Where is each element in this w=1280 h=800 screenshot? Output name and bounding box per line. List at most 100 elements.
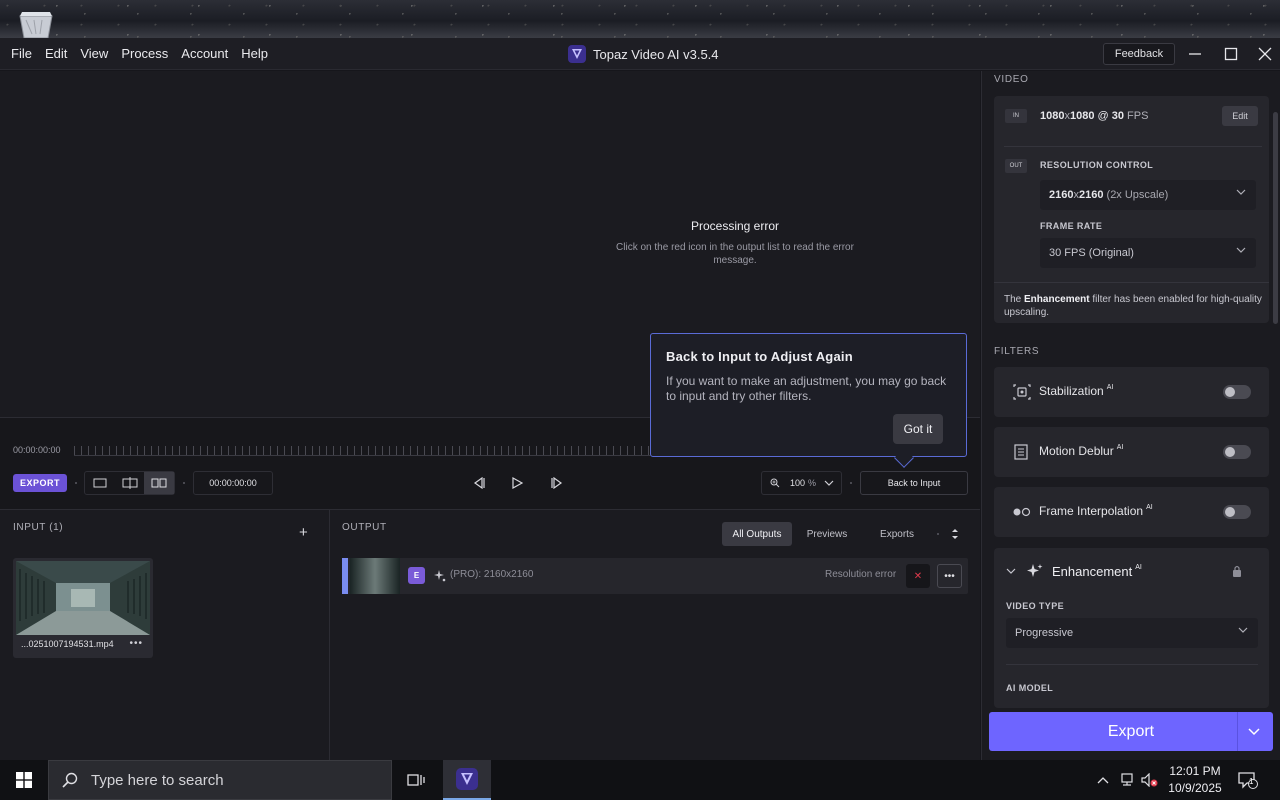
current-timecode-field[interactable]: 00:00:00:00 <box>193 471 273 495</box>
taskbar-search-box[interactable]: Type here to search <box>48 760 392 800</box>
single-view-icon <box>93 478 107 488</box>
task-view-icon <box>407 774 425 786</box>
output-row[interactable]: E (PRO): 2160x2160 Resolution error ✕ ••… <box>342 558 968 594</box>
input-header: INPUT (1) <box>13 522 64 533</box>
play-button[interactable] <box>507 474 527 492</box>
timeline-scrubber[interactable] <box>74 446 654 456</box>
export-button-label: Export <box>1107 722 1155 740</box>
task-view-button[interactable] <box>395 760 437 800</box>
view-side-by-side-button[interactable] <box>144 472 175 494</box>
output-more-button[interactable]: ••• <box>937 564 962 588</box>
back-to-input-button[interactable]: Back to Input <box>860 471 968 495</box>
frame-rate-select[interactable]: 30 FPS (Original) <box>1040 238 1256 268</box>
output-row-selection-bar <box>342 558 348 594</box>
minimize-button[interactable] <box>1178 38 1212 70</box>
output-pane: OUTPUT All Outputs Previews Exports E (P… <box>330 509 980 760</box>
search-icon <box>62 772 78 788</box>
menu-edit[interactable]: Edit <box>45 46 67 61</box>
filter-enhancement: Enhancement AI VIDEO TYPE Progressive AI … <box>994 548 1269 708</box>
filter-stabilization[interactable]: Stabilization AI <box>994 367 1269 417</box>
tooltip-title: Back to Input to Adjust Again <box>666 349 853 364</box>
separator-dot <box>850 482 852 484</box>
recycle-bin-icon[interactable] <box>16 6 56 38</box>
chevron-down-icon[interactable] <box>1248 728 1260 736</box>
stabilization-toggle[interactable] <box>1223 385 1251 399</box>
separator-dot <box>183 482 185 484</box>
stabilization-icon <box>1013 384 1031 400</box>
view-split-button[interactable] <box>115 472 145 494</box>
video-type-label: VIDEO TYPE <box>1006 601 1065 611</box>
side-by-side-icon <box>151 478 167 488</box>
notification-icon <box>1238 772 1258 789</box>
sort-button[interactable] <box>950 527 960 546</box>
settings-sidebar: VIDEO IN 1080x1080 @ 30 FPS Edit OUT RES… <box>981 71 1280 760</box>
zoom-control[interactable]: 100 % <box>761 471 842 495</box>
start-button[interactable] <box>0 760 48 800</box>
chevron-down-icon <box>1236 247 1246 253</box>
zoom-icon <box>770 478 780 488</box>
motion-deblur-toggle[interactable] <box>1223 445 1251 459</box>
filter-frame-interpolation[interactable]: Frame Interpolation AI <box>994 487 1269 537</box>
input-tag: IN <box>1005 109 1027 123</box>
view-single-button[interactable] <box>85 472 115 494</box>
action-center-button[interactable]: 1 <box>1236 760 1260 800</box>
processing-error-description: Click on the red icon in the output list… <box>616 242 854 266</box>
app-title: Topaz Video AI v3.5.4 <box>568 38 719 70</box>
feedback-button[interactable]: Feedback <box>1103 43 1175 65</box>
menu-file[interactable]: File <box>11 46 32 61</box>
maximize-button[interactable] <box>1214 38 1248 70</box>
menu-help[interactable]: Help <box>241 46 268 61</box>
tab-previews[interactable]: Previews <box>792 522 862 546</box>
frame-interpolation-toggle[interactable] <box>1223 505 1251 519</box>
search-placeholder: Type here to search <box>91 771 224 789</box>
sidebar-scrollbar[interactable] <box>1273 112 1278 324</box>
title-bar: File Edit View Process Account Help Topa… <box>0 38 1280 70</box>
add-input-button[interactable]: + <box>299 524 308 541</box>
export-button-separator <box>1237 712 1238 751</box>
close-icon <box>1258 47 1272 61</box>
menu-process[interactable]: Process <box>121 46 168 61</box>
export-mode-badge[interactable]: EXPORT <box>13 474 67 492</box>
topaz-logo-icon <box>568 45 586 63</box>
enhancement-badge: E <box>408 567 425 584</box>
input-file-card[interactable]: ...0251007194531.mp4 ••• <box>13 558 153 658</box>
clock-time: 12:01 PM <box>1169 764 1221 778</box>
output-status: Resolution error <box>825 569 897 580</box>
taskbar-clock[interactable]: 12:01 PM 10/9/2025 <box>1160 763 1230 797</box>
menu-view[interactable]: View <box>80 46 108 61</box>
output-label: (PRO): 2160x2160 <box>450 569 534 580</box>
menu-account[interactable]: Account <box>181 46 228 61</box>
video-type-select[interactable]: Progressive <box>1006 618 1258 648</box>
got-it-button[interactable]: Got it <box>893 414 943 444</box>
frame-rate-label: FRAME RATE <box>1040 221 1103 231</box>
tab-exports[interactable]: Exports <box>862 522 932 546</box>
resolution-control-label: RESOLUTION CONTROL <box>1040 160 1154 170</box>
edit-input-button[interactable]: Edit <box>1222 106 1258 126</box>
volume-status[interactable] <box>1140 760 1160 800</box>
video-settings-card: IN 1080x1080 @ 30 FPS Edit OUT RESOLUTIO… <box>994 96 1269 323</box>
processing-error-message: Processing error Click on the red icon i… <box>600 219 870 267</box>
resolution-select[interactable]: 2160 x 2160 (2x Upscale) <box>1040 180 1256 210</box>
next-frame-button[interactable] <box>547 474 567 492</box>
video-header: VIDEO <box>994 74 1029 85</box>
enhancement-note: The Enhancement filter has been enabled … <box>1004 294 1262 318</box>
zoom-value[interactable]: 100 <box>790 478 805 488</box>
sort-icon <box>952 529 958 539</box>
output-error-button[interactable]: ✕ <box>906 564 930 588</box>
minimize-icon <box>1189 53 1201 55</box>
network-status[interactable] <box>1117 760 1137 800</box>
divider <box>1006 664 1258 665</box>
enhancement-sparkle-icon <box>1027 564 1043 577</box>
chevron-down-icon[interactable] <box>1006 568 1016 574</box>
previous-frame-button[interactable] <box>469 474 489 492</box>
input-file-more-button[interactable]: ••• <box>129 638 143 649</box>
close-window-button[interactable] <box>1248 38 1280 70</box>
export-button[interactable]: Export <box>989 712 1273 751</box>
filter-motion-deblur[interactable]: Motion Deblur AI <box>994 427 1269 477</box>
show-hidden-icons-button[interactable] <box>1093 760 1113 800</box>
desktop-background <box>0 0 1280 38</box>
timeline-timecode: 00:00:00:00 <box>13 445 61 455</box>
zoom-unit: % <box>808 478 817 488</box>
taskbar-topaz-app[interactable] <box>443 760 491 800</box>
tab-all-outputs[interactable]: All Outputs <box>722 522 792 546</box>
